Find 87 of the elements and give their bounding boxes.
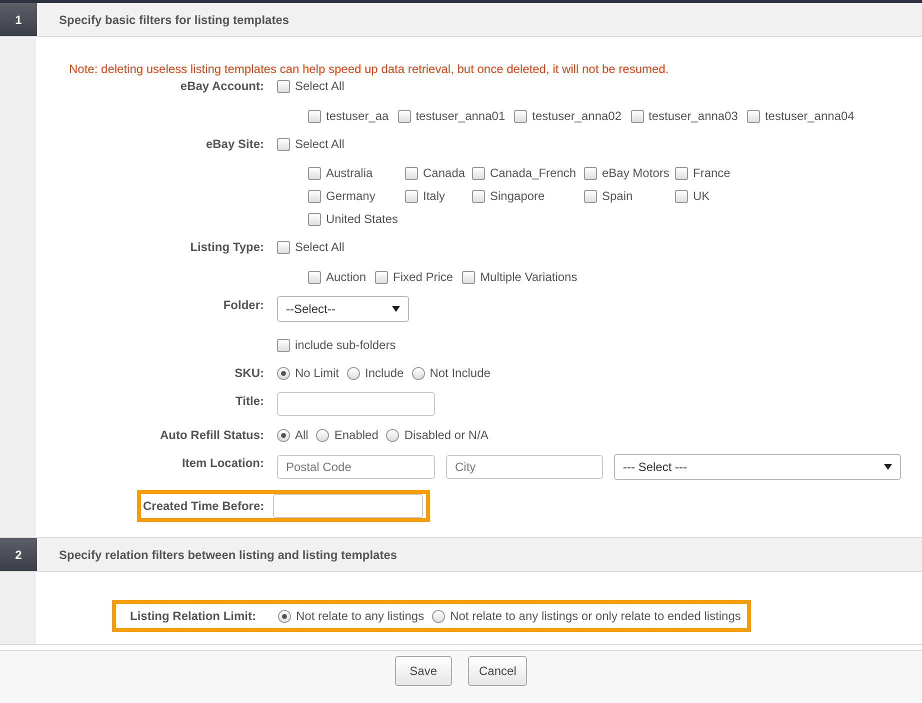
caret-icon: [392, 306, 400, 312]
radio-label: Not Include: [430, 365, 490, 382]
radio-label: No Limit: [295, 365, 340, 382]
radio-button[interactable]: [277, 366, 290, 380]
checkbox-label: testuser_anna01: [416, 108, 506, 125]
field-label: eBay Site:: [204, 136, 264, 153]
radio-label: All: [295, 427, 308, 444]
checkbox[interactable]: [308, 212, 321, 226]
section-title: Specify relation filters between listing and listing templates: [59, 548, 398, 562]
checkbox[interactable]: [405, 190, 418, 202]
checkbox[interactable]: [472, 190, 485, 202]
checkbox[interactable]: [584, 190, 597, 202]
folder-dropdown[interactable]: --Select--: [277, 296, 409, 322]
checkbox-label: United States: [326, 211, 398, 228]
country-dropdown[interactable]: --- Select ---: [614, 454, 901, 480]
checkbox[interactable]: [746, 110, 760, 122]
radio-button[interactable]: [386, 428, 400, 442]
checkbox-label: Germany: [326, 188, 376, 205]
field-label: Title:: [234, 393, 264, 410]
checkbox-label: testuser_anna04: [764, 108, 854, 125]
checkbox[interactable]: [514, 110, 528, 122]
checkbox[interactable]: [277, 240, 290, 254]
field-label: eBay Account:: [179, 78, 264, 95]
checkbox-label: Canada_French: [490, 165, 576, 182]
checkbox[interactable]: [277, 138, 290, 150]
checkbox-label: Australia: [326, 165, 373, 182]
field-label: Created Time Before:: [143, 498, 264, 515]
checkbox-label: Select All: [295, 239, 344, 256]
checkbox[interactable]: [675, 190, 688, 202]
radio-label: Not relate to any listings or only relate to ended listings: [450, 608, 741, 625]
radio-label: Disabled or N/A: [404, 427, 488, 444]
checkbox-label: testuser_anna02: [532, 108, 622, 125]
step-number: 2: [0, 538, 37, 571]
checkbox[interactable]: [308, 110, 321, 122]
checkbox[interactable]: [584, 166, 597, 180]
radio-label: Enabled: [334, 427, 378, 444]
checkbox-label: Multiple Variations: [480, 269, 578, 286]
field-label: Listing Type:: [189, 239, 264, 256]
radio-button[interactable]: [347, 366, 360, 380]
radio-button[interactable]: [412, 366, 425, 380]
section-title: Specify basic filters for listing templates: [59, 12, 290, 26]
checkbox[interactable]: [398, 110, 411, 122]
checkbox-label: Fixed Price: [393, 269, 454, 286]
text-field[interactable]: City: [446, 455, 603, 479]
caret-icon: [884, 464, 892, 470]
checkbox-label: include sub-folders: [295, 337, 396, 354]
radio-label: Not relate to any listings: [296, 608, 424, 625]
checkbox[interactable]: [277, 338, 290, 352]
checkbox-label: UK: [693, 188, 710, 205]
radio-button[interactable]: [432, 610, 446, 622]
radio-button[interactable]: [316, 428, 330, 442]
radio-label: Include: [365, 365, 404, 382]
checkbox-label: Auction: [326, 269, 366, 286]
checkbox-label: Canada: [423, 165, 466, 182]
checkbox-label: Italy: [423, 188, 446, 205]
field-label: Folder:: [222, 297, 264, 314]
checkbox-label: testuser_aa: [326, 108, 389, 125]
checkbox-label: Singapore: [490, 188, 545, 205]
checkbox[interactable]: [472, 166, 485, 180]
checkbox-label: eBay Motors: [602, 165, 670, 182]
checkbox[interactable]: [405, 166, 418, 180]
text-field[interactable]: [277, 392, 435, 416]
checkbox[interactable]: [308, 270, 321, 284]
checkbox-label: Spain: [602, 188, 633, 205]
radio-button[interactable]: [278, 610, 291, 622]
checkbox-label: testuser_anna03: [648, 108, 738, 125]
field-label: Auto Refill Status:: [159, 427, 264, 444]
checkbox-label: Select All: [295, 136, 344, 153]
checkbox-label: France: [693, 165, 730, 182]
text-field[interactable]: [273, 494, 423, 518]
checkbox-label: Select All: [295, 78, 344, 95]
field-label: Listing Relation Limit:: [130, 608, 256, 625]
checkbox[interactable]: [675, 166, 688, 180]
checkbox[interactable]: [375, 270, 388, 284]
action-button[interactable]: Save: [394, 656, 452, 686]
step-number: 1: [0, 3, 37, 36]
warning-note: Note: deleting useless listing templates can help speed up data retrieval, but once deleted, it will not be resumed.: [68, 61, 670, 77]
checkbox[interactable]: [630, 110, 644, 122]
field-label: Item Location:: [180, 455, 264, 472]
radio-button[interactable]: [277, 428, 290, 442]
checkbox[interactable]: [308, 190, 321, 202]
text-field[interactable]: Postal Code: [277, 455, 435, 479]
checkbox[interactable]: [308, 166, 321, 180]
checkbox[interactable]: [277, 80, 290, 92]
field-label: SKU:: [234, 365, 264, 382]
action-button[interactable]: Cancel: [468, 656, 528, 686]
checkbox[interactable]: [462, 270, 476, 284]
